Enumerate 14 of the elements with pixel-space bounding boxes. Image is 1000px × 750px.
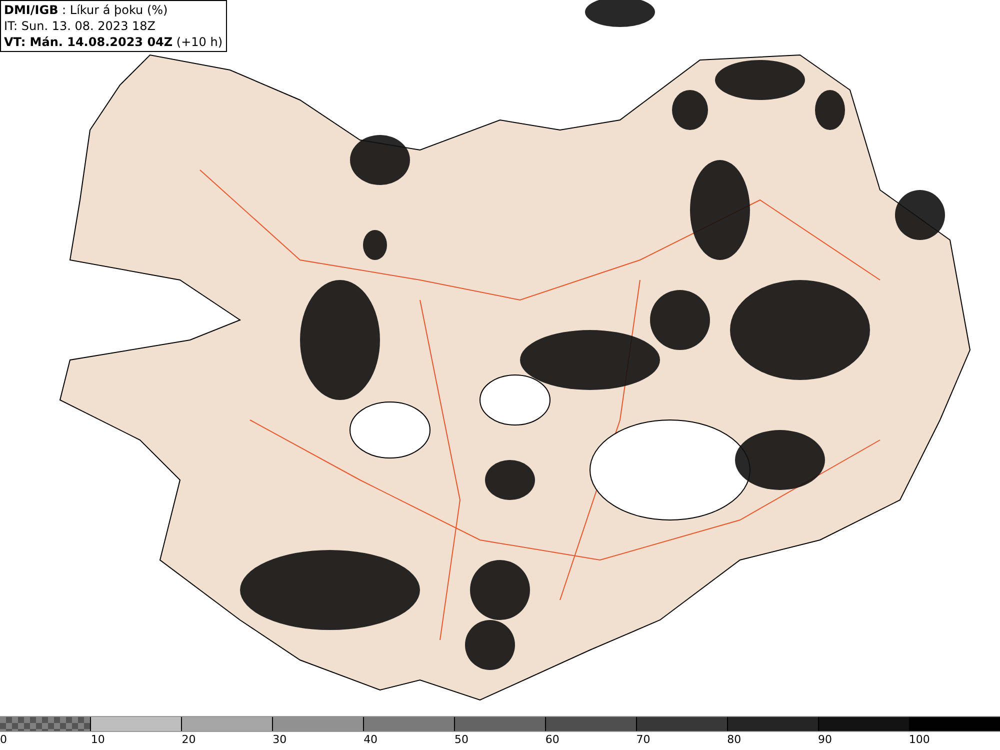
scale-label: 30	[272, 733, 287, 746]
scale-label: 50	[454, 733, 468, 746]
scale-label: 10	[90, 733, 105, 746]
scale-label: 90	[818, 733, 832, 746]
scale-label: 60	[545, 733, 560, 746]
scale-label: 70	[636, 733, 650, 746]
header-text: VT: Mán. 14.08.2023 04Z (+10 h)	[4, 34, 223, 50]
scale-label: 80	[727, 733, 742, 746]
header-text: DMI/IGB : Líkur á þoku (%)	[4, 2, 169, 18]
header-text: IT: Sun. 13. 08. 2023 18Z	[4, 18, 157, 34]
scale-label: 0	[0, 733, 7, 746]
scale-label: 20	[182, 733, 196, 746]
scale-label: 40	[364, 733, 378, 746]
scale-label: 100	[908, 733, 930, 746]
